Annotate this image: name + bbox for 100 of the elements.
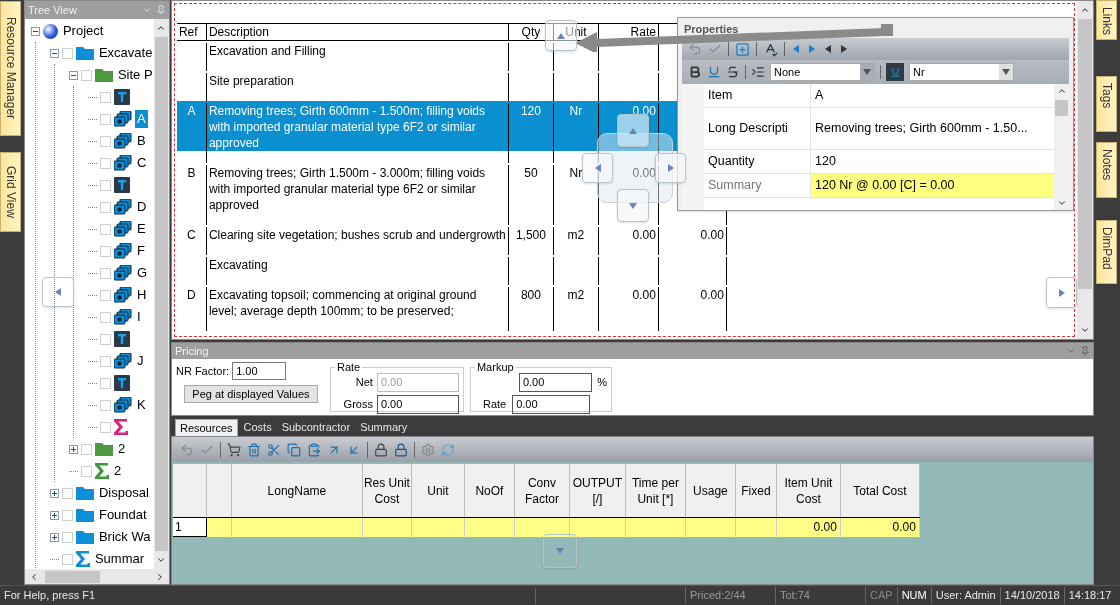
copy-icon[interactable] xyxy=(286,442,301,457)
input-field[interactable]: 0.00 xyxy=(376,395,459,414)
spell-check-icon[interactable] xyxy=(763,41,778,57)
tree-item[interactable]: Summar xyxy=(92,550,147,568)
tab[interactable]: Subcontractor xyxy=(277,419,355,436)
input-field[interactable]: 0.00 xyxy=(512,395,591,414)
tree-item[interactable]: E xyxy=(134,220,148,238)
tree-item[interactable]: A xyxy=(134,110,148,128)
peg-button[interactable]: Peg at displayed Values xyxy=(183,385,318,403)
expand-toggle[interactable] xyxy=(49,532,59,542)
property-value[interactable]: A xyxy=(811,84,1054,107)
scrollbar-thumb[interactable] xyxy=(1055,100,1068,116)
tree-item[interactable]: 2 xyxy=(111,462,124,480)
tree-item[interactable]: Disposal xyxy=(96,484,151,502)
checkbox[interactable] xyxy=(99,377,111,389)
checkbox[interactable] xyxy=(99,179,111,191)
settings-icon[interactable] xyxy=(420,442,435,457)
dock-guide-button[interactable] xyxy=(42,277,74,307)
checkbox[interactable] xyxy=(99,135,111,147)
strikethrough-icon[interactable] xyxy=(726,65,740,79)
checkbox[interactable] xyxy=(80,69,92,81)
collapse-toggle[interactable] xyxy=(49,48,59,58)
undo-icon[interactable] xyxy=(179,442,194,457)
indent-icon[interactable] xyxy=(751,65,765,79)
lock-icon[interactable] xyxy=(373,442,388,457)
table-row[interactable]: D Excavating topsoil; commencing at original ground level; average depth 100mm; to be preserved; 800 m2 0.00 0.00 xyxy=(176,285,727,319)
property-value[interactable]: 120 Nr @ 0.00 [C] = 0.00 xyxy=(811,174,1054,197)
expand-toggle[interactable] xyxy=(68,444,78,454)
checkbox[interactable] xyxy=(99,267,111,279)
checkbox[interactable] xyxy=(99,333,111,345)
tree-item[interactable]: I xyxy=(134,308,143,326)
scroll-up-icon[interactable] xyxy=(1056,86,1067,96)
side-tab[interactable]: Resource Manager xyxy=(0,1,21,136)
side-tab[interactable]: Grid View xyxy=(0,152,21,232)
scroll-up-icon[interactable] xyxy=(1080,5,1091,15)
checkbox[interactable] xyxy=(99,355,111,367)
side-tab[interactable]: Links xyxy=(1096,0,1118,40)
checkbox[interactable] xyxy=(61,553,73,565)
dock-guide-button[interactable] xyxy=(1046,277,1077,308)
checkbox[interactable] xyxy=(99,245,111,257)
checkbox[interactable] xyxy=(61,531,73,543)
expand-toggle[interactable] xyxy=(49,488,59,498)
dock-guide-button[interactable] xyxy=(617,189,649,222)
input-field[interactable]: 1.00 xyxy=(232,362,287,380)
pin-icon[interactable] xyxy=(155,5,166,15)
style-select[interactable]: None xyxy=(770,63,875,81)
property-value[interactable]: 120 xyxy=(811,150,1054,173)
pin-icon[interactable] xyxy=(1080,346,1091,356)
scroll-down-icon[interactable] xyxy=(156,555,167,565)
scroll-down-icon[interactable] xyxy=(1080,325,1091,335)
collapse-toggle[interactable] xyxy=(30,26,40,36)
table-row[interactable]: 1 0.00 0.00 xyxy=(172,518,920,537)
checkbox[interactable] xyxy=(99,421,111,433)
dropdown-icon[interactable] xyxy=(141,5,152,15)
tree-item[interactable]: Site P xyxy=(115,66,154,84)
vertical-scrollbar[interactable] xyxy=(1054,84,1069,210)
scroll-down-icon[interactable] xyxy=(1056,198,1067,208)
checkbox[interactable] xyxy=(99,157,111,169)
underline-icon[interactable] xyxy=(707,65,721,79)
section-heading-row[interactable]: Excavating xyxy=(176,255,727,273)
checkbox[interactable] xyxy=(99,113,111,125)
unit-select[interactable]: Nr xyxy=(909,63,1014,81)
checkbox[interactable] xyxy=(99,201,111,213)
dock-guide-button[interactable] xyxy=(543,534,577,568)
cart-icon[interactable] xyxy=(226,442,241,457)
tree-item[interactable]: 2 xyxy=(115,440,128,458)
check-icon[interactable] xyxy=(708,42,722,56)
checkbox[interactable] xyxy=(61,509,73,521)
vertical-scrollbar[interactable] xyxy=(1077,1,1094,339)
tree-item[interactable]: Foundat xyxy=(96,506,149,524)
collapse-toggle[interactable] xyxy=(68,70,78,80)
undo-icon[interactable] xyxy=(688,42,702,56)
checkbox[interactable] xyxy=(61,47,73,59)
input-field[interactable]: 0.00 xyxy=(518,373,593,392)
dock-guide-button[interactable] xyxy=(655,153,686,183)
dropdown-icon[interactable] xyxy=(1066,346,1077,356)
tab[interactable]: Costs xyxy=(239,419,276,436)
tree-item[interactable]: D xyxy=(134,198,149,216)
side-tab[interactable]: Notes xyxy=(1096,142,1118,198)
tree-item[interactable]: C xyxy=(134,154,149,172)
tree-item[interactable]: H xyxy=(134,286,149,304)
tree-item[interactable]: F xyxy=(134,242,147,260)
table-row[interactable]: C Clearing site vegetation; bushes scrub and undergrowth 1,500 m2 0.00 0.00 xyxy=(176,225,727,243)
checkbox[interactable] xyxy=(99,91,111,103)
lock-icon[interactable] xyxy=(393,442,408,457)
scroll-up-icon[interactable] xyxy=(156,23,167,33)
delete-icon[interactable] xyxy=(246,442,261,457)
side-tab[interactable]: Tags xyxy=(1096,76,1118,132)
paste-icon[interactable] xyxy=(306,442,321,457)
tree-item[interactable]: K xyxy=(134,396,148,414)
checkbox[interactable] xyxy=(80,465,92,477)
tree-item[interactable]: G xyxy=(134,264,150,282)
checkbox[interactable] xyxy=(99,311,111,323)
property-value[interactable]: Removing trees; Girth 600mm - 1.50... xyxy=(811,108,1054,149)
dock-guide-button[interactable] xyxy=(617,114,649,147)
expand-toggle[interactable] xyxy=(49,510,59,520)
dock-guide-button[interactable] xyxy=(582,153,613,183)
side-tab[interactable]: DimPad xyxy=(1096,220,1118,284)
tree-item[interactable]: Project xyxy=(60,22,106,40)
refresh-icon[interactable] xyxy=(440,442,455,457)
